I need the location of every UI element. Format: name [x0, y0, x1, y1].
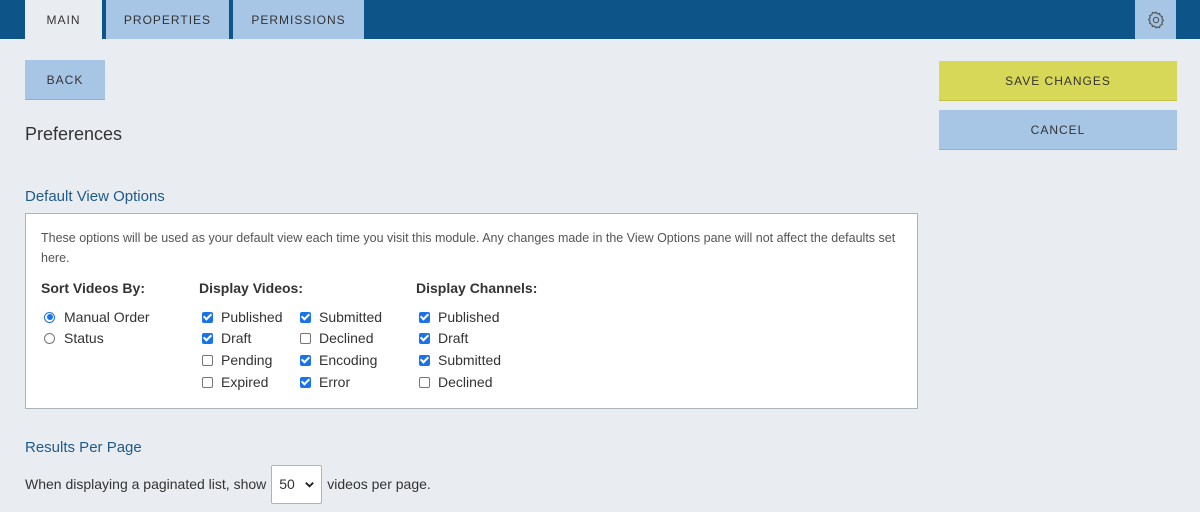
results-per-page-prefix: When displaying a paginated list, show: [25, 476, 267, 492]
sort-option-status[interactable]: Status: [44, 329, 104, 347]
checkbox[interactable]: [202, 354, 213, 366]
display-channels-heading: Display Channels:: [416, 280, 538, 296]
chevron-down-icon: [305, 481, 315, 488]
videos-option-error[interactable]: Error: [300, 373, 350, 391]
default-view-panel: These options will be used as your defau…: [25, 213, 918, 409]
tab-main[interactable]: MAIN: [25, 0, 102, 39]
radio-button[interactable]: [44, 311, 55, 323]
checkbox[interactable]: [202, 311, 213, 323]
checkbox[interactable]: [419, 354, 430, 366]
videos-option-expired[interactable]: Expired: [202, 373, 268, 391]
sort-option-manual-order[interactable]: Manual Order: [44, 308, 150, 326]
checkbox[interactable]: [202, 332, 213, 344]
default-view-heading: Default View Options: [25, 188, 165, 205]
checkbox[interactable]: [419, 332, 430, 344]
cancel-button[interactable]: CANCEL: [939, 110, 1177, 150]
videos-option-submitted[interactable]: Submitted: [300, 308, 382, 326]
results-per-page-suffix: videos per page.: [327, 476, 431, 492]
results-per-page-select[interactable]: 50: [271, 464, 323, 504]
display-videos-heading: Display Videos:: [199, 280, 304, 296]
checkbox[interactable]: [300, 376, 311, 388]
checkbox[interactable]: [419, 376, 430, 388]
tab-properties[interactable]: PROPERTIES: [106, 0, 229, 39]
channels-option-submitted[interactable]: Submitted: [419, 351, 501, 369]
videos-option-declined[interactable]: Declined: [300, 329, 373, 347]
page-title: Preferences: [25, 124, 123, 144]
checkbox[interactable]: [300, 332, 311, 344]
sort-heading: Sort Videos By:: [41, 280, 145, 296]
radio-button[interactable]: [44, 332, 55, 344]
videos-option-draft[interactable]: Draft: [202, 329, 251, 347]
settings-button[interactable]: [1135, 0, 1176, 39]
checkbox[interactable]: [300, 354, 311, 366]
channels-option-draft[interactable]: Draft: [419, 329, 468, 347]
checkbox[interactable]: [300, 311, 311, 323]
back-button[interactable]: BACK: [25, 60, 105, 100]
results-per-page-heading: Results Per Page: [25, 439, 142, 456]
results-per-page-row: When displaying a paginated list, show 5…: [25, 464, 431, 504]
checkbox[interactable]: [202, 376, 213, 388]
videos-option-pending[interactable]: Pending: [202, 351, 272, 369]
top-bar: MAIN PROPERTIES PERMISSIONS: [0, 0, 1200, 39]
save-changes-button[interactable]: SAVE CHANGES: [939, 61, 1177, 101]
default-view-description: These options will be used as your defau…: [41, 231, 896, 265]
videos-option-encoding[interactable]: Encoding: [300, 351, 377, 369]
tab-permissions[interactable]: PERMISSIONS: [233, 0, 364, 39]
gear-icon: [1147, 10, 1164, 29]
channels-option-published[interactable]: Published: [419, 308, 500, 326]
videos-option-published[interactable]: Published: [202, 308, 283, 326]
channels-option-declined[interactable]: Declined: [419, 373, 492, 391]
checkbox[interactable]: [419, 311, 430, 323]
